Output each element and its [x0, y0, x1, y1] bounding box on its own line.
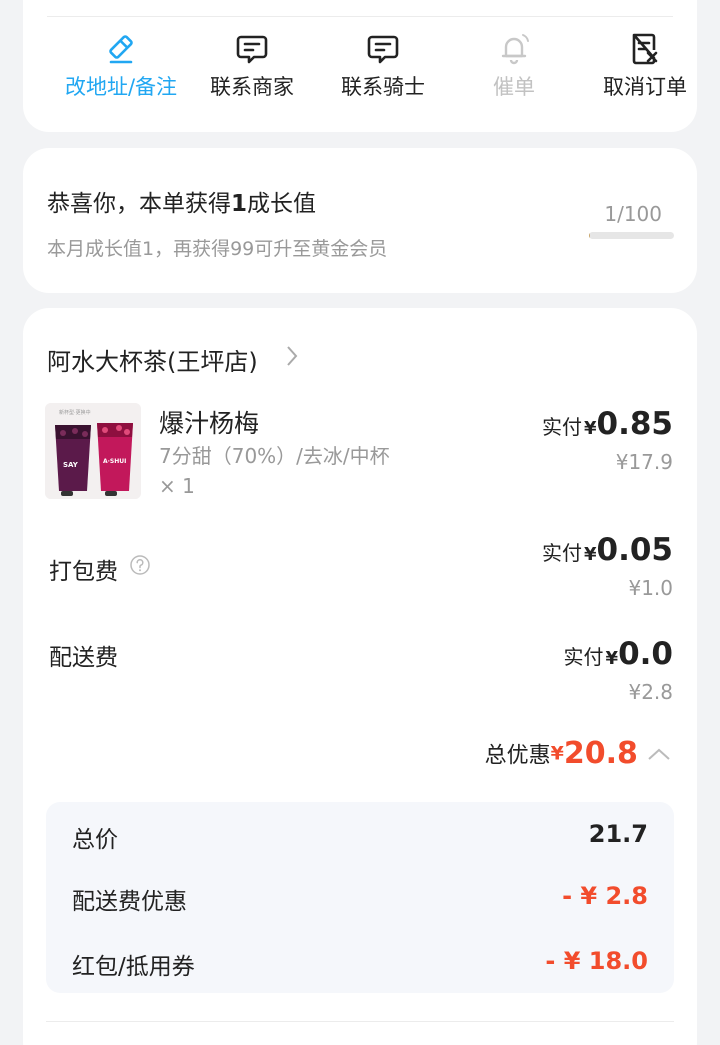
- help-icon[interactable]: [129, 554, 151, 576]
- growth-progress-fill: [589, 232, 590, 239]
- svg-text:SAY: SAY: [63, 461, 79, 469]
- growth-progress-text: 1/100: [604, 202, 662, 226]
- breakdown-row-total: 总价 21.7: [72, 820, 648, 853]
- product-name: 爆汁杨梅: [159, 409, 260, 438]
- breakdown-row-coupon: 红包/抵用券 - ¥ 18.0: [72, 947, 648, 980]
- divider: [47, 16, 673, 17]
- total-discount-amount: 20.8: [563, 736, 638, 771]
- bell-icon: [501, 34, 529, 65]
- product-thumbnail[interactable]: 新杯型·更换中 SAY A·SHUI: [45, 403, 141, 499]
- packing-fee-original-price: ¥1.0: [628, 576, 673, 600]
- total-discount-toggle[interactable]: 总优惠¥20.8: [485, 736, 671, 771]
- product-original-price: ¥17.9: [615, 450, 673, 474]
- chevron-right-icon[interactable]: [285, 344, 299, 368]
- breakdown-row-delivery-discount: 配送费优惠 - ¥ 2.8: [72, 882, 648, 915]
- growth-title: 恭喜你，本单获得1成长值: [47, 191, 317, 217]
- packing-fee-label: 打包费: [49, 559, 118, 585]
- chevron-up-icon: [648, 748, 670, 760]
- cancel-order-button[interactable]: 取消订单: [578, 32, 712, 112]
- growth-subtitle: 本月成长值1，再获得99可升至黄金会员: [47, 238, 388, 260]
- growth-value-card: 恭喜你，本单获得1成长值 本月成长值1，再获得99可升至黄金会员 1/100: [23, 148, 697, 293]
- action-label: 改地址/备注: [64, 75, 178, 99]
- contact-merchant-button[interactable]: 联系商家: [185, 32, 319, 112]
- total-discount-label: 总优惠: [484, 743, 551, 769]
- chat-icon: [367, 35, 399, 64]
- delivery-fee-original-price: ¥2.8: [628, 680, 673, 704]
- edit-icon: [109, 35, 133, 64]
- delivery-fee-paid-price: 实付 ¥0.0: [563, 636, 673, 672]
- action-label: 催单: [493, 75, 535, 99]
- price-breakdown: 总价 21.7 配送费优惠 - ¥ 2.8 红包/抵用券 - ¥ 18.0: [46, 802, 674, 993]
- product-paid-price: 实付 ¥0.85: [541, 406, 673, 442]
- divider: [46, 1021, 674, 1022]
- order-detail-card: 阿水大杯茶(王坪店) 新杯型·更换中 SAY A·SHUI 爆汁杨梅 7分甜（7…: [23, 308, 697, 1045]
- delivery-fee-label: 配送费: [49, 645, 118, 671]
- urge-order-button[interactable]: 催单: [447, 32, 581, 112]
- action-label: 联系骑士: [341, 75, 425, 99]
- order-actions-card: 改地址/备注 联系商家 联系骑士 催单 取消订单: [23, 0, 697, 132]
- edit-address-note-button[interactable]: 改地址/备注: [54, 32, 188, 112]
- chat-icon: [236, 35, 268, 64]
- svg-text:A·SHUI: A·SHUI: [103, 458, 126, 465]
- action-label: 联系商家: [210, 75, 294, 99]
- packing-fee-paid-price: 实付 ¥0.05: [541, 532, 673, 568]
- action-label: 取消订单: [603, 75, 687, 99]
- svg-text:新杯型·更换中: 新杯型·更换中: [59, 409, 91, 416]
- product-spec: 7分甜（70%）/去冰/中杯: [159, 444, 390, 468]
- product-quantity: × 1: [159, 474, 195, 498]
- contact-rider-button[interactable]: 联系骑士: [316, 32, 450, 112]
- growth-progress-bar: [589, 232, 674, 239]
- shop-name-link[interactable]: 阿水大杯茶(王坪店): [47, 342, 258, 377]
- cancel-order-icon: [632, 33, 658, 65]
